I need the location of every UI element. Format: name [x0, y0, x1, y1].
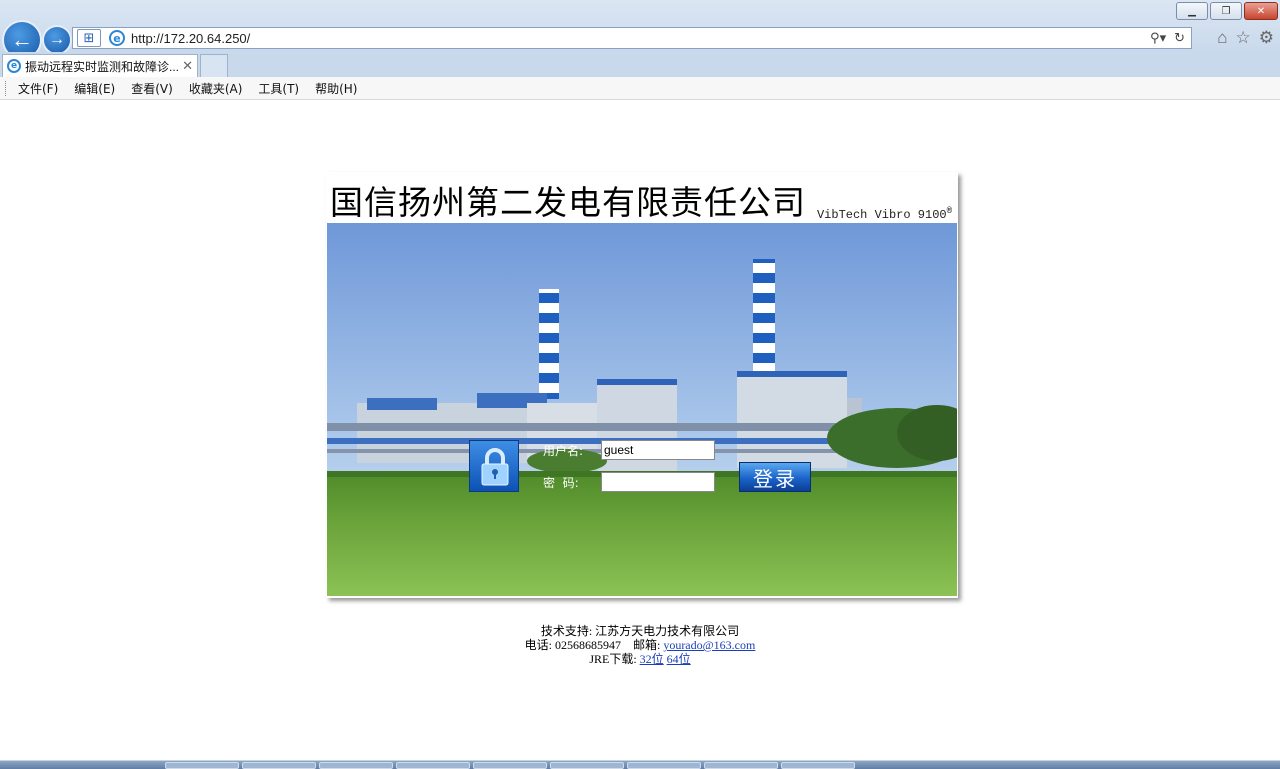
favorites-star-icon[interactable]: ☆ — [1236, 28, 1251, 48]
jre-label: JRE下载: — [589, 652, 640, 666]
address-tools: ⚲▾ ↻ — [1150, 30, 1185, 46]
lock-icon — [469, 440, 519, 492]
email-link[interactable]: yourado@163.com — [663, 638, 755, 652]
browser-chrome: ▁ ❐ ✕ ← → ⊞ e http://172.20.64.250/ ⚲▾ ↻… — [0, 0, 1280, 60]
ie-page-icon: e — [109, 30, 125, 46]
menu-bar: 文件(F) 编辑(E) 查看(V) 收藏夹(A) 工具(T) 帮助(H) — [0, 77, 1280, 100]
phone-text: 电话: 02568685947 邮箱: — [524, 638, 664, 652]
jre-32-link[interactable]: 32位 — [640, 652, 664, 666]
username-label: 用户名: — [543, 444, 584, 458]
address-bar[interactable]: ⊞ e http://172.20.64.250/ ⚲▾ ↻ — [72, 27, 1192, 49]
new-tab-button[interactable] — [200, 54, 228, 77]
menu-tools[interactable]: 工具(T) — [258, 80, 299, 97]
compatibility-view-icon[interactable]: ⊞ — [77, 29, 101, 47]
menu-view[interactable]: 查看(V) — [131, 80, 173, 97]
back-arrow-icon: ← — [11, 27, 33, 52]
restore-button[interactable]: ❐ — [1210, 2, 1242, 20]
close-window-button[interactable]: ✕ — [1244, 2, 1278, 20]
power-plant-photo — [327, 223, 957, 596]
login-button[interactable]: 登录 — [739, 462, 811, 492]
login-panel: 国信扬州第二发电有限责任公司 VibTech Vibro 9100® 用户名: … — [326, 172, 958, 598]
browser-toolbar-icons: ⌂ ☆ ⚙ — [1217, 28, 1274, 48]
address-url[interactable]: http://172.20.64.250/ — [131, 31, 1150, 46]
contact-line: 电话: 02568685947 邮箱: yourado@163.com — [0, 638, 1280, 652]
minimize-button[interactable]: ▁ — [1176, 2, 1208, 20]
forward-arrow-icon: → — [49, 31, 65, 48]
tab-close-icon[interactable]: ✕ — [182, 58, 193, 74]
window-controls: ▁ ❐ ✕ — [1176, 2, 1278, 20]
settings-gear-icon[interactable]: ⚙ — [1259, 28, 1274, 48]
company-title: 国信扬州第二发电有限责任公司 — [330, 186, 806, 222]
tab-active[interactable]: e 振动远程实时监测和故障诊... ✕ — [2, 54, 198, 77]
jre-line: JRE下载: 32位 64位 — [0, 652, 1280, 666]
product-name: VibTech Vibro 9100® — [816, 206, 952, 222]
jre-64-link[interactable]: 64位 — [667, 652, 691, 666]
menu-edit[interactable]: 编辑(E) — [74, 80, 115, 97]
menu-favorites[interactable]: 收藏夹(A) — [189, 80, 243, 97]
search-icon[interactable]: ⚲▾ — [1150, 30, 1166, 46]
password-input[interactable] — [601, 472, 715, 492]
forward-button[interactable]: → — [42, 25, 72, 55]
home-icon[interactable]: ⌂ — [1217, 28, 1227, 48]
chimney-left — [539, 289, 559, 399]
chimney-right — [753, 259, 775, 379]
page-footer: 技术支持: 江苏方天电力技术有限公司 电话: 02568685947 邮箱: y… — [0, 624, 1280, 666]
password-label: 密 码: — [543, 476, 579, 490]
ie-tab-icon: e — [7, 59, 21, 73]
menu-file[interactable]: 文件(F) — [18, 80, 58, 97]
refresh-icon[interactable]: ↻ — [1174, 30, 1185, 46]
support-text: 技术支持: 江苏方天电力技术有限公司 — [540, 624, 740, 638]
username-input[interactable] — [601, 440, 715, 460]
tab-strip: e 振动远程实时监测和故障诊... ✕ — [0, 52, 1280, 78]
tab-title: 振动远程实时监测和故障诊... — [25, 59, 179, 74]
menu-grip — [5, 80, 8, 96]
menu-help[interactable]: 帮助(H) — [315, 80, 357, 97]
